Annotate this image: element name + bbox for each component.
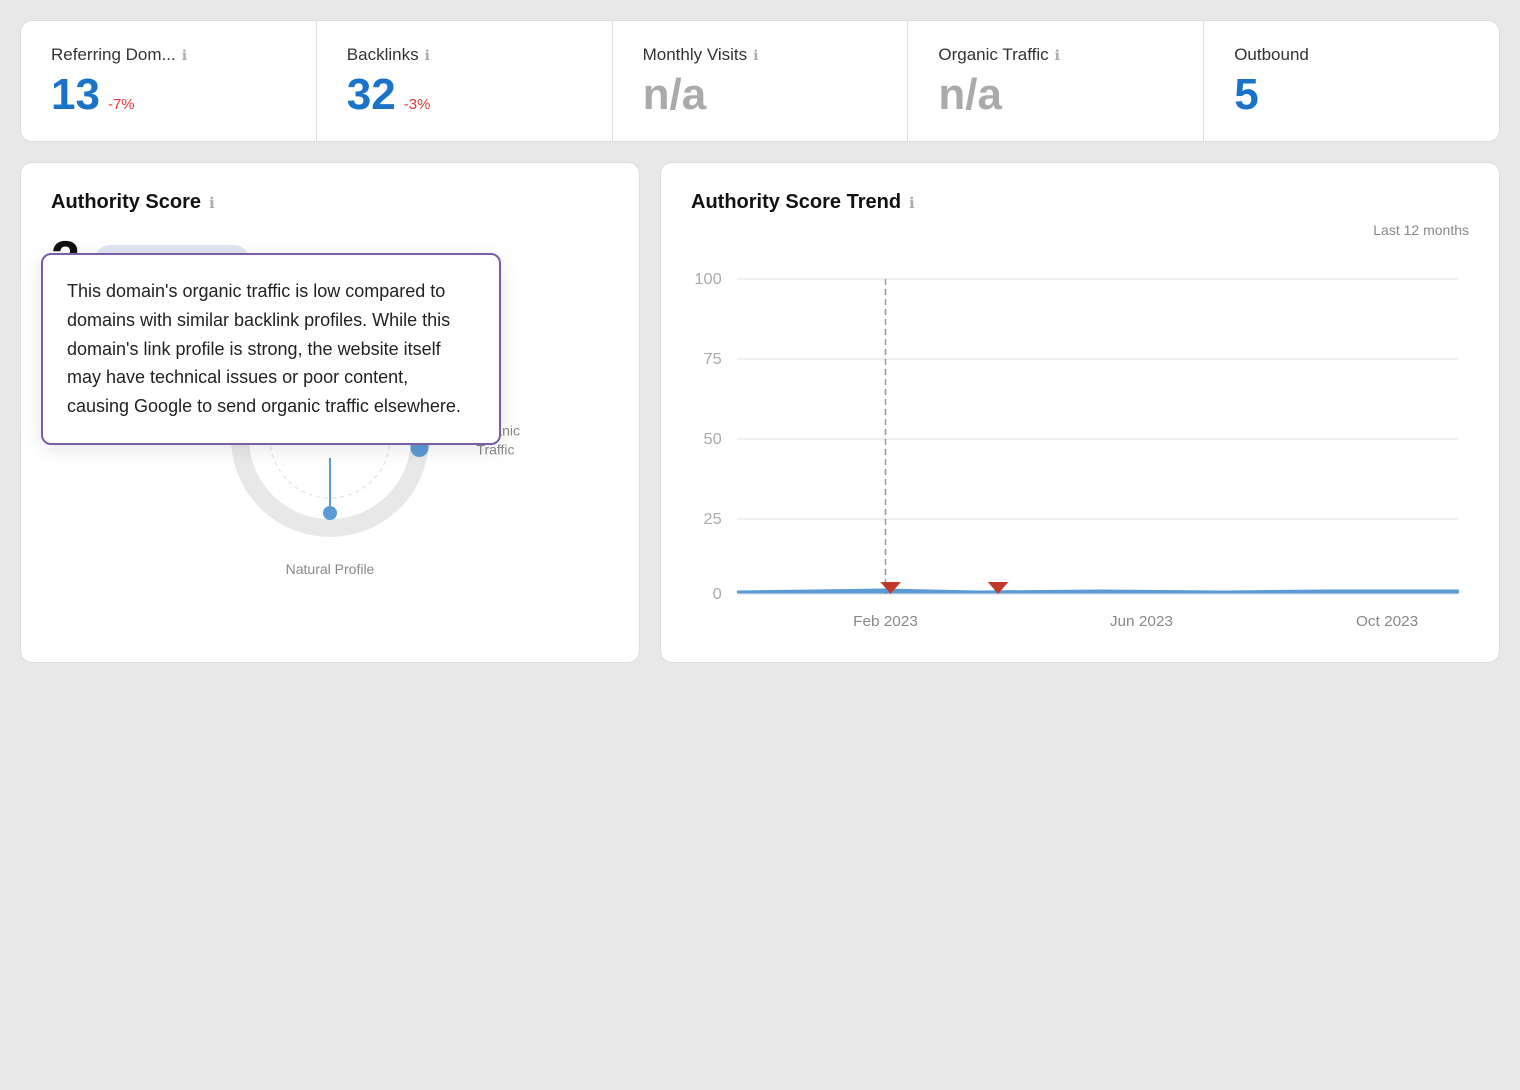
info-icon-trend[interactable]: ℹ <box>909 194 915 212</box>
trend-title-text: Authority Score Trend <box>691 191 901 214</box>
metric-monthly-visits: Monthly Visits ℹ n/a <box>613 21 909 141</box>
svg-text:0: 0 <box>713 585 722 603</box>
info-icon-referring[interactable]: ℹ <box>182 47 187 64</box>
metric-value-outbound: 5 <box>1234 73 1258 117</box>
info-icon-authority[interactable]: ℹ <box>209 194 215 212</box>
metric-value-referring: 13 <box>51 73 100 117</box>
svg-text:Feb 2023: Feb 2023 <box>853 613 918 630</box>
info-icon-organic[interactable]: ℹ <box>1055 47 1060 64</box>
metric-backlinks: Backlinks ℹ 32 -3% <box>317 21 613 141</box>
metric-change-referring: -7% <box>108 96 135 113</box>
metric-outbound: Outbound 5 <box>1204 21 1499 141</box>
authority-title-text: Authority Score <box>51 191 201 214</box>
tooltip-popup: This domain's organic traffic is low com… <box>41 253 501 445</box>
metric-label-backlinks: Backlinks ℹ <box>347 45 582 65</box>
metric-value-backlinks: 32 <box>347 73 396 117</box>
metrics-card: Referring Dom... ℹ 13 -7% Backlinks ℹ 32… <box>20 20 1500 142</box>
trend-title: Authority Score Trend ℹ <box>691 191 1469 214</box>
authority-trend-card: Authority Score Trend ℹ Last 12 months 1… <box>660 162 1500 663</box>
svg-text:Jun 2023: Jun 2023 <box>1110 613 1173 630</box>
metric-label-text-backlinks: Backlinks <box>347 45 419 65</box>
trend-subtitle: Last 12 months <box>691 222 1469 238</box>
metric-label-referring-domains: Referring Dom... ℹ <box>51 45 286 65</box>
metric-label-text-organic: Organic Traffic <box>938 45 1048 65</box>
metric-change-backlinks: -3% <box>404 96 431 113</box>
metric-label-text-outbound: Outbound <box>1234 45 1309 65</box>
authority-score-title: Authority Score ℹ <box>51 191 609 214</box>
svg-text:50: 50 <box>703 430 721 448</box>
metric-label-text-monthly: Monthly Visits <box>643 45 748 65</box>
metric-label-organic: Organic Traffic ℹ <box>938 45 1173 65</box>
metric-label-monthly-visits: Monthly Visits ℹ <box>643 45 878 65</box>
svg-text:75: 75 <box>703 350 721 368</box>
svg-text:100: 100 <box>694 270 721 288</box>
svg-text:25: 25 <box>703 510 721 528</box>
metric-organic-traffic: Organic Traffic ℹ n/a <box>908 21 1204 141</box>
natural-profile-label: Natural Profile <box>286 561 375 577</box>
metric-label-outbound: Outbound <box>1234 45 1469 65</box>
tooltip-text: This domain's organic traffic is low com… <box>67 277 475 421</box>
metric-value-monthly: n/a <box>643 73 707 117</box>
info-icon-backlinks[interactable]: ℹ <box>425 47 430 64</box>
info-icon-monthly[interactable]: ℹ <box>753 47 758 64</box>
trend-chart-area: 100 75 50 25 0 <box>691 254 1469 634</box>
bottom-row: Authority Score ℹ 2 Lacks organic traffi… <box>20 162 1500 663</box>
metric-referring-domains: Referring Dom... ℹ 13 -7% <box>21 21 317 141</box>
svg-text:Oct 2023: Oct 2023 <box>1356 613 1418 630</box>
trend-chart-svg: 100 75 50 25 0 <box>691 254 1469 634</box>
metric-label-text: Referring Dom... <box>51 45 176 65</box>
authority-score-card: Authority Score ℹ 2 Lacks organic traffi… <box>20 162 640 663</box>
metric-value-organic: n/a <box>938 73 1002 117</box>
